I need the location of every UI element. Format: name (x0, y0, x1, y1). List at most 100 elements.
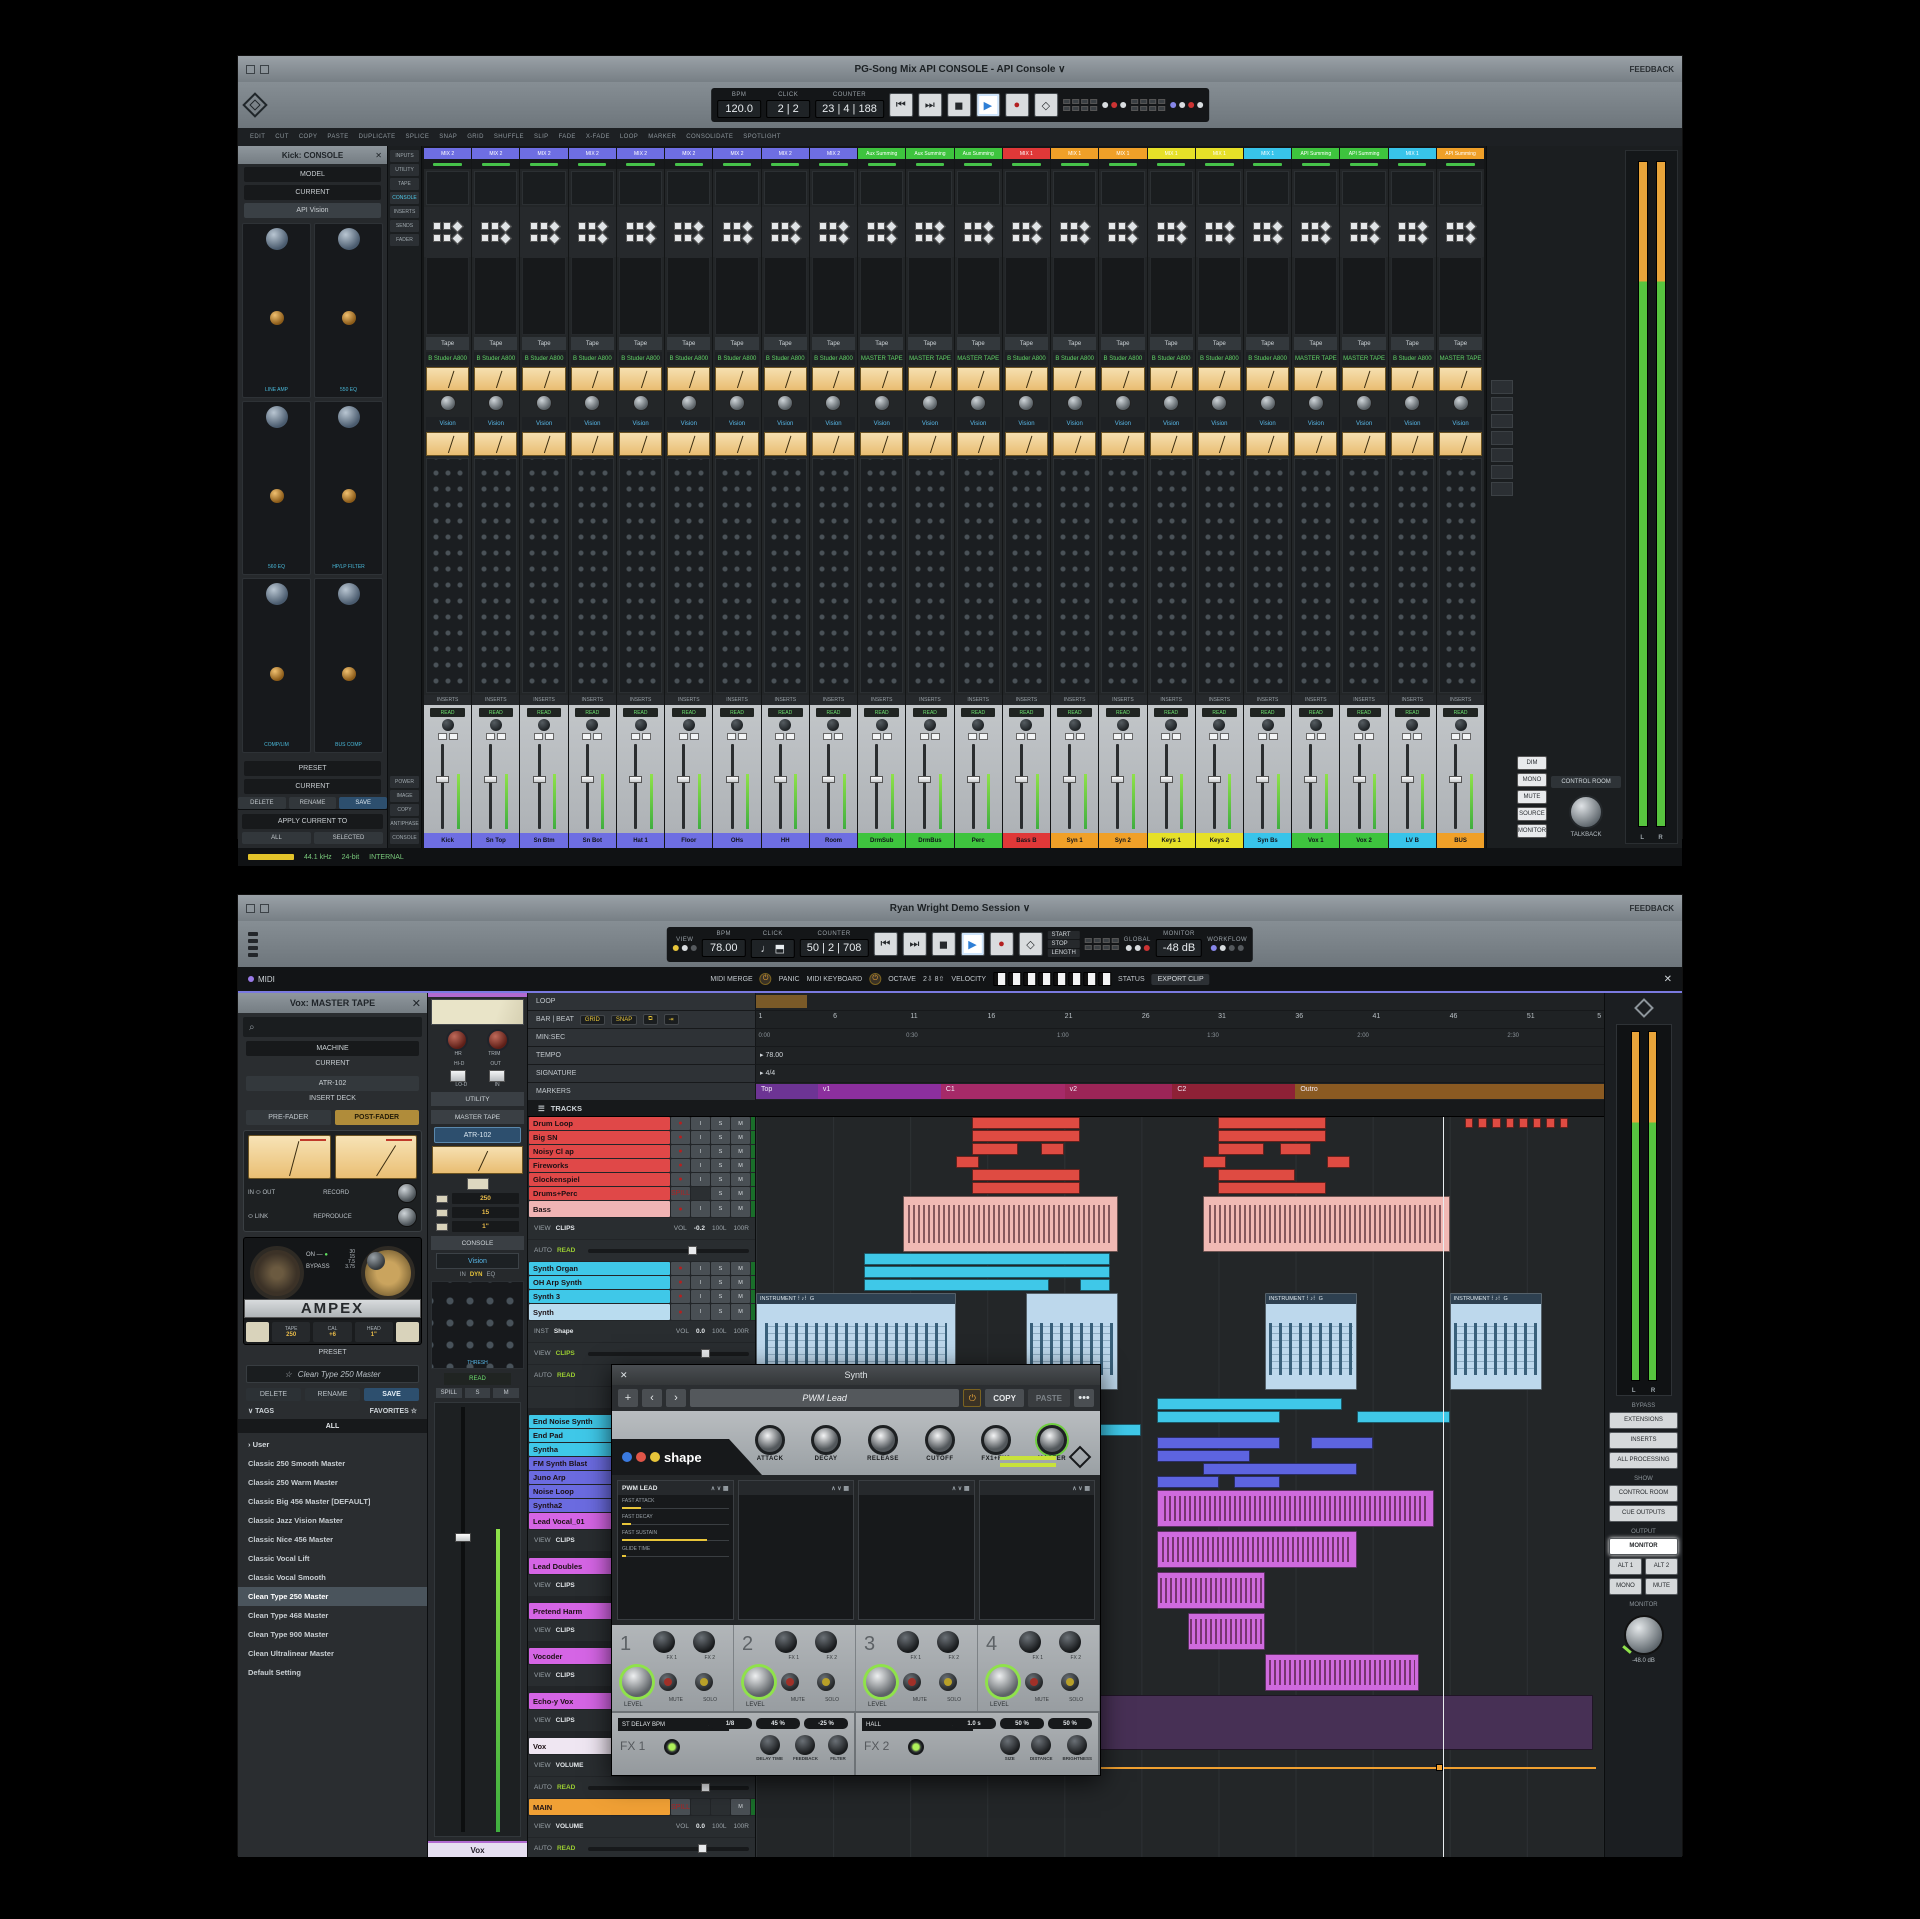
loop-ruler[interactable] (756, 993, 1604, 1010)
input-switches[interactable] (1051, 207, 1098, 257)
mute-button[interactable]: M (731, 1117, 750, 1130)
pan-knob-icon[interactable] (1455, 719, 1467, 731)
console-modules[interactable] (1101, 458, 1144, 693)
sends-section[interactable] (860, 257, 903, 335)
mute-button[interactable]: M (731, 1173, 750, 1186)
io-buttons[interactable] (1065, 733, 1085, 740)
level-knob[interactable] (988, 1667, 1018, 1697)
channel-name[interactable]: HH (762, 833, 809, 848)
input-switches[interactable] (1196, 207, 1243, 257)
automation-read-button[interactable]: READ (444, 1373, 511, 1385)
control-room-button[interactable]: DIM (1517, 756, 1547, 770)
solo-button[interactable] (1061, 1673, 1079, 1691)
input-switches[interactable] (955, 207, 1002, 257)
control-room-button[interactable]: MONO (1517, 773, 1547, 787)
input-button[interactable]: I (691, 1117, 710, 1130)
console-module[interactable]: BUS COMP (314, 578, 383, 753)
automation-read-button[interactable]: READ (864, 708, 899, 717)
saturation-knob[interactable] (520, 391, 567, 415)
toolbar-item[interactable]: CONSOLIDATE (686, 134, 733, 140)
inserts-slot[interactable] (619, 171, 662, 205)
tape-section-label[interactable]: Tape (667, 337, 710, 350)
clip[interactable] (1203, 1196, 1450, 1252)
clip[interactable] (1203, 1156, 1226, 1168)
panic-button[interactable]: PANIC (779, 976, 800, 983)
cal-control[interactable]: CAL+6 (313, 1322, 351, 1342)
channel-name[interactable]: Sn Top (472, 833, 519, 848)
playhead[interactable] (1443, 1117, 1444, 1857)
clip[interactable] (1218, 1169, 1295, 1181)
clip[interactable] (1218, 1143, 1264, 1155)
solo-button[interactable] (817, 1673, 835, 1691)
tape-machine-select[interactable]: MASTER TAPE (1342, 352, 1385, 365)
snap-toggle[interactable]: SNAP (611, 1015, 637, 1025)
shape-slot[interactable]: ∧ ∨ ▦ (738, 1480, 855, 1620)
toolbar-item[interactable]: SPOTLIGHT (743, 134, 781, 140)
apply-selected-button[interactable]: SELECTED (314, 832, 383, 844)
fader-handle[interactable] (1111, 776, 1124, 783)
mini-keyboard[interactable] (993, 972, 1111, 986)
solo-button[interactable]: S (711, 1145, 730, 1158)
input-switches[interactable] (713, 207, 760, 257)
rewind-button[interactable]: ⏮ (889, 93, 913, 117)
inserts-slot[interactable] (957, 171, 1000, 205)
clip[interactable] (956, 1156, 979, 1168)
clip[interactable] (972, 1130, 1080, 1142)
fx2-value[interactable]: 1.0 s (952, 1718, 996, 1729)
toolbar-item[interactable]: SPLICE (406, 134, 430, 140)
alt1-button[interactable]: ALT 1 (1609, 1558, 1642, 1575)
fader-handle[interactable] (484, 776, 497, 783)
automation-read-button[interactable]: READ (961, 708, 996, 717)
toolbar-item[interactable]: SLIP (534, 134, 549, 140)
bar-ruler[interactable]: 161116212631364146515 (756, 1011, 1604, 1028)
tape-machine-select[interactable]: B Studer A800 (426, 352, 469, 365)
preset-list-item[interactable]: Classic Vocal Smooth (238, 1568, 427, 1587)
preset-list-item[interactable]: Clean Type 250 Master (238, 1587, 427, 1606)
console-modules[interactable] (812, 458, 855, 693)
tape-machine-select[interactable]: B Studer A800 (1150, 352, 1193, 365)
track-name[interactable]: Drums+Perc (529, 1187, 670, 1200)
tape-machine-select[interactable]: B Studer A800 (571, 352, 614, 365)
instrument-clip-header[interactable]: INSTRUMENT ⠇♪⠇ G (757, 1294, 955, 1304)
slot-controls[interactable]: ∧ ∨ ▦ (831, 1485, 849, 1492)
tape-section-label[interactable]: Tape (715, 337, 758, 350)
forward-button[interactable]: ⏭ (918, 93, 942, 117)
channel-name[interactable]: Floor (665, 833, 712, 848)
record-button[interactable]: ● (989, 932, 1013, 956)
mixer-channel-strip[interactable]: MIX 2 Tape B Studer A800 Vision (713, 148, 760, 848)
input-switches[interactable] (520, 207, 567, 257)
channel-name[interactable]: Syn 1 (1051, 833, 1098, 848)
mute-button[interactable]: M (731, 1262, 750, 1275)
fader-handle[interactable] (533, 776, 546, 783)
tape-section-label[interactable]: Tape (426, 337, 469, 350)
clip[interactable] (1311, 1437, 1373, 1449)
mute-button[interactable]: M (731, 1799, 750, 1815)
io-buttons[interactable] (1354, 733, 1374, 740)
window-controls[interactable] (238, 904, 277, 913)
saturation-knob[interactable] (858, 391, 905, 415)
console-modules[interactable] (1342, 458, 1385, 693)
clip[interactable] (972, 1182, 1080, 1194)
sends-section[interactable] (1246, 257, 1289, 335)
knob-icon[interactable] (270, 489, 284, 503)
feedback-button[interactable]: FEEDBACK (1630, 904, 1682, 913)
mixer-channel-strip[interactable]: MIX 1 Tape B Studer A800 Vision (1099, 148, 1146, 848)
fx2-knob[interactable]: DISTANCE (1030, 1735, 1053, 1761)
input-button[interactable]: I (691, 1262, 710, 1275)
fx2-send-knob[interactable] (693, 1631, 715, 1653)
tape-machine-select[interactable]: B Studer A800 (667, 352, 710, 365)
inserts-slot[interactable] (908, 171, 951, 205)
pan-knob-icon[interactable] (1358, 719, 1370, 731)
workflow-toggles[interactable] (1211, 945, 1244, 951)
input-switches[interactable] (810, 207, 857, 257)
plugin-power-button[interactable]: ⏻ (963, 1389, 981, 1407)
play-button[interactable]: ▶ (960, 932, 984, 956)
record-knob[interactable] (397, 1183, 417, 1203)
knob-icon[interactable] (338, 406, 360, 428)
fx1-knob[interactable]: FEEDBACK (793, 1735, 818, 1761)
inserts-slot[interactable] (860, 171, 903, 205)
marker[interactable]: v1 (818, 1084, 941, 1099)
channel-name[interactable]: Syn Bs (1244, 833, 1291, 848)
toolbar-item[interactable]: FADE (559, 134, 576, 140)
saturation-knob[interactable] (472, 391, 519, 415)
